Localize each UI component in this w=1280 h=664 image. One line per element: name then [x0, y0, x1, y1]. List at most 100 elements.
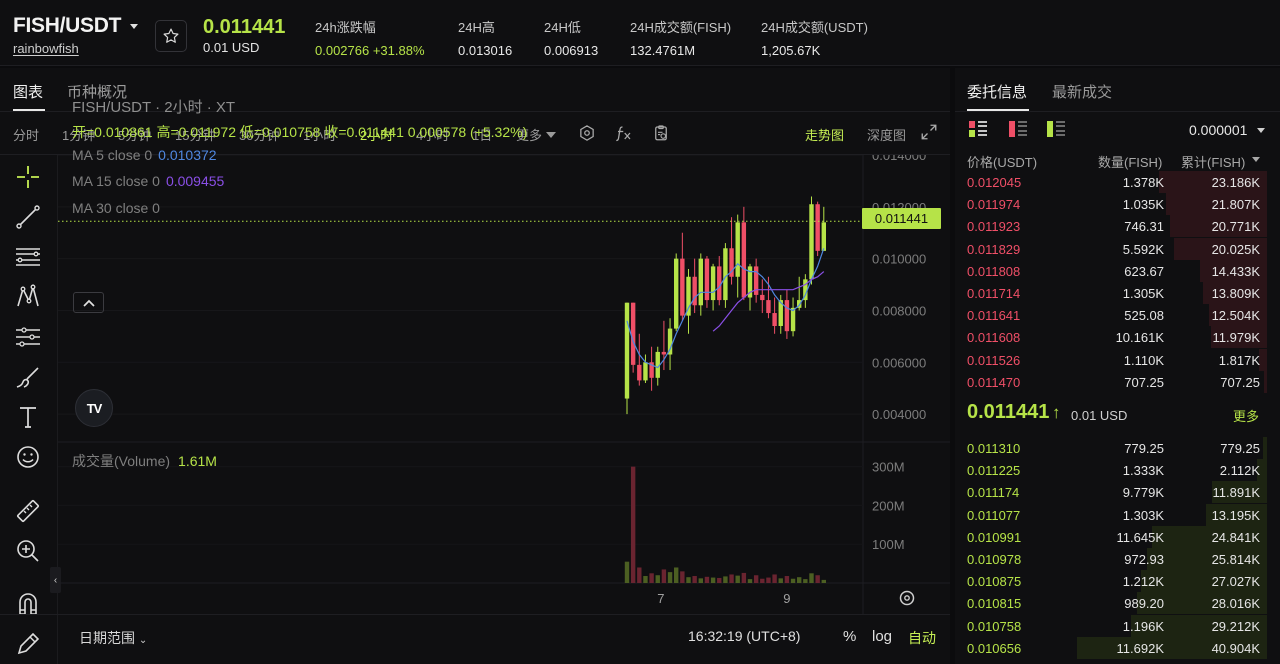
header-qty: 数量(FISH) [1098, 155, 1163, 170]
crosshair-icon[interactable] [14, 163, 42, 191]
candle-body [704, 258, 710, 301]
ask-row[interactable]: 0.011829 5.592K 20.025K [955, 237, 1280, 260]
ask-total: 707.25 [1220, 374, 1260, 390]
bid-price: 0.010656 [967, 640, 1022, 656]
stat-label: 24H低 [544, 20, 581, 35]
ma5-label: MA 5 close 0 [72, 147, 153, 163]
caret-down-icon[interactable] [1257, 128, 1265, 133]
trend-line-icon[interactable] [14, 203, 42, 231]
tab-recent-trades[interactable]: 最新成交 [1052, 81, 1112, 102]
ma30-legend[interactable]: MA 30 close 0 [72, 200, 160, 216]
clock-timezone[interactable]: 16:32:19 (UTC+8) [688, 628, 800, 644]
collapse-legend-button[interactable] [73, 292, 104, 313]
volume-bar [624, 561, 630, 583]
stat-value: 132.4761M [630, 43, 696, 58]
bid-row[interactable]: 0.011310 779.25 779.25 [955, 437, 1280, 459]
pair-selector[interactable]: FISH/USDT [13, 14, 121, 38]
volume-bar [674, 567, 679, 583]
pattern-icon[interactable] [14, 283, 42, 311]
bid-qty: 11.645K [1116, 529, 1164, 545]
text-tool-icon[interactable] [14, 403, 42, 431]
ask-price: 0.011470 [967, 374, 1021, 390]
volume-bar [667, 572, 673, 583]
stat-value: 0.002766 +31.88% [315, 43, 425, 58]
bid-price: 0.010875 [967, 574, 1022, 590]
bid-row[interactable]: 0.010758 1.196K 29.212K [955, 614, 1280, 637]
trend-chart-button[interactable]: 走势图 [805, 125, 844, 144]
bid-row[interactable]: 0.010875 1.212K 27.027K [955, 570, 1280, 593]
bid-row[interactable]: 0.010978 972.93 25.814K [955, 548, 1280, 570]
timeframe-line[interactable]: 分时 [13, 125, 39, 144]
bid-price: 0.011077 [967, 507, 1021, 523]
precision-select[interactable]: 0.000001 [1189, 122, 1247, 138]
ask-price: 0.011808 [967, 263, 1021, 279]
brush-icon[interactable] [14, 363, 42, 391]
template-clipboard-icon[interactable] [652, 124, 670, 142]
ma5-legend[interactable]: MA 5 close 0 0.010372 [72, 147, 217, 163]
favorite-button[interactable] [155, 20, 187, 52]
volume-bar [643, 576, 648, 583]
ma15-legend[interactable]: MA 15 close 0 0.009455 [72, 173, 224, 189]
date-range-button[interactable]: 日期范围 ⌄ [79, 628, 147, 648]
market-header: FISH/USDT rainbowfish 0.011441 0.01 USD … [0, 0, 1280, 66]
indicator-fx-icon[interactable] [615, 124, 633, 142]
log-scale-button[interactable]: log [872, 628, 892, 645]
ask-price: 0.011923 [967, 219, 1021, 235]
bid-row[interactable]: 0.011077 1.303K 13.195K [955, 503, 1280, 526]
ask-row[interactable]: 0.011923 746.31 20.771K [955, 215, 1280, 238]
volume-bar [729, 574, 734, 583]
view-both-icon[interactable] [969, 121, 987, 137]
ask-row[interactable]: 0.011714 1.305K 13.809K [955, 282, 1280, 304]
ruler-icon[interactable] [14, 497, 42, 525]
bid-price: 0.010758 [967, 618, 1022, 634]
ask-row[interactable]: 0.011470 707.25 707.25 [955, 370, 1280, 393]
ask-price: 0.011526 [967, 352, 1021, 368]
zoom-in-icon[interactable] [14, 537, 42, 565]
auto-scale-button[interactable]: 自动 [908, 628, 936, 648]
view-bids-icon[interactable] [1047, 121, 1065, 137]
emoji-icon[interactable] [14, 443, 42, 471]
fullscreen-icon[interactable] [920, 123, 938, 141]
chart-canvas[interactable]: 0.0140000.0120000.0100000.0080000.006000… [58, 155, 950, 664]
volume-bar [803, 579, 808, 583]
ask-row[interactable]: 0.012045 1.378K 23.186K [955, 171, 1280, 193]
volume-bar [797, 577, 802, 583]
more-button[interactable]: 更多 [1233, 406, 1259, 425]
ask-qty: 1.110K [1123, 352, 1164, 368]
ask-row[interactable]: 0.011974 1.035K 21.807K [955, 193, 1280, 216]
depth-chart-button[interactable]: 深度图 [867, 125, 906, 144]
bid-qty: 11.692K [1116, 640, 1164, 656]
bid-row[interactable]: 0.011174 9.779K 11.891K [955, 481, 1280, 504]
tradingview-logo[interactable]: TV [75, 389, 113, 427]
settings-hex-icon[interactable] [578, 124, 596, 142]
ask-row[interactable]: 0.011641 525.08 12.504K [955, 304, 1280, 327]
bid-row[interactable]: 0.010656 11.692K 40.904K [955, 636, 1280, 659]
volume-bar [649, 573, 654, 583]
bid-row[interactable]: 0.011225 1.333K 2.112K [955, 459, 1280, 482]
mid-price: 0.011441 [967, 401, 1050, 423]
caret-down-icon[interactable] [130, 24, 138, 29]
ask-row[interactable]: 0.011808 623.67 14.433K [955, 259, 1280, 282]
volume-bar [772, 574, 777, 583]
candle-body [784, 300, 790, 332]
candle-body [772, 313, 777, 326]
horizontal-lines-icon[interactable] [14, 243, 42, 271]
measure-lines-icon[interactable] [14, 323, 42, 351]
volume-tick-label: 200M [872, 498, 905, 513]
ask-row[interactable]: 0.011526 1.110K 1.817K [955, 348, 1280, 371]
sort-caret-icon[interactable] [1252, 157, 1260, 162]
ask-row[interactable]: 0.011608 10.161K 11.979K [955, 326, 1280, 349]
view-asks-icon[interactable] [1009, 121, 1027, 137]
volume-bar [790, 578, 796, 583]
bid-row[interactable]: 0.010991 11.645K 24.841K [955, 525, 1280, 548]
ask-qty: 623.67 [1124, 263, 1164, 279]
bid-row[interactable]: 0.010815 989.20 28.016K [955, 592, 1280, 615]
ask-price: 0.012045 [967, 175, 1022, 190]
percent-scale-button[interactable]: % [843, 628, 856, 645]
tab-chart[interactable]: 图表 [13, 81, 43, 102]
tab-orderbook[interactable]: 委托信息 [967, 81, 1027, 102]
x-tick-label: 7 [657, 591, 664, 606]
price-tick-label: 0.006000 [872, 355, 926, 370]
bid-price: 0.011174 [967, 485, 1020, 501]
project-link[interactable]: rainbowfish [13, 41, 79, 56]
